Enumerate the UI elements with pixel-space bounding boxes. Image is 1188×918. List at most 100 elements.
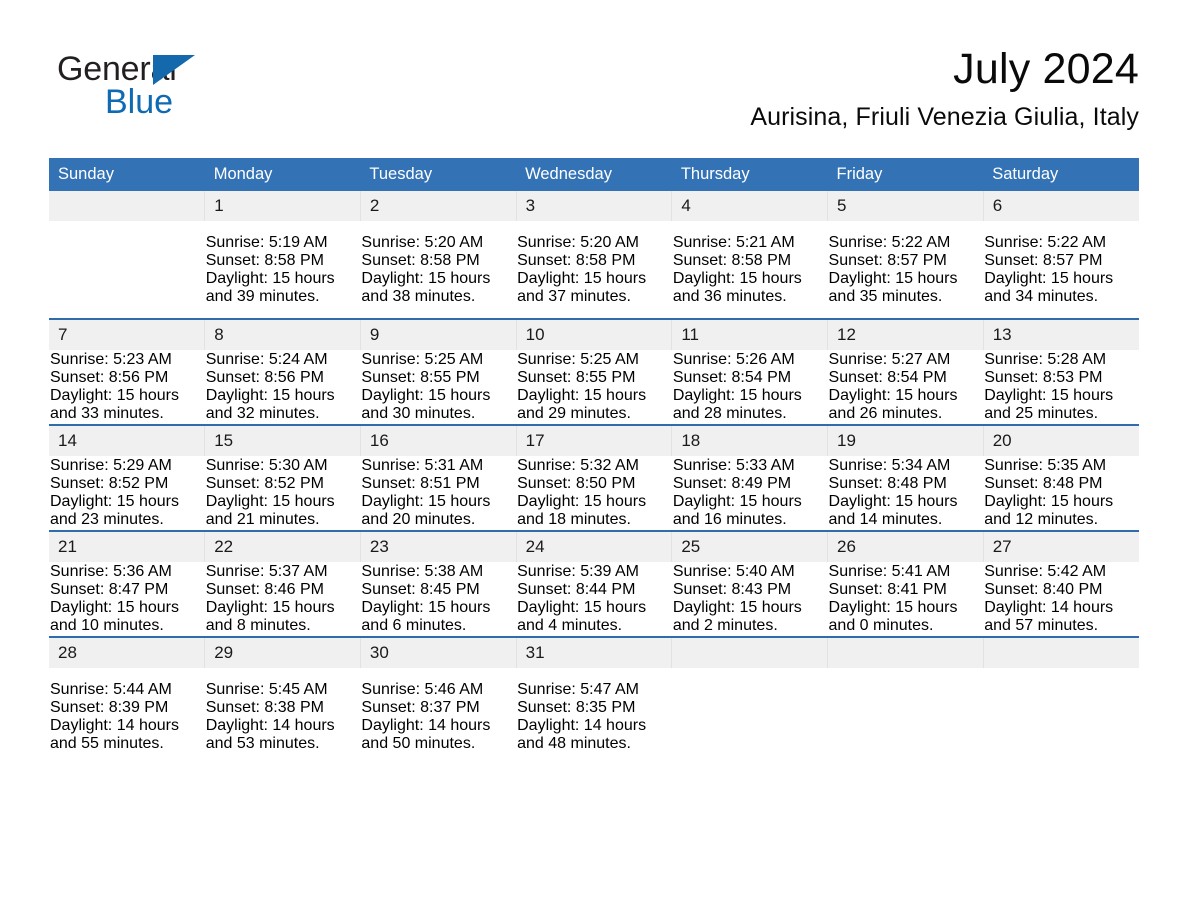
calendar-week-row: 14 15 16 17 18 19 20 [49,424,1139,456]
calendar-day-number[interactable]: 6 [982,191,1139,221]
calendar-day-detail-line: Daylight: 15 hours [205,493,335,510]
calendar-day-number[interactable]: 25 [671,530,828,562]
calendar-day-number[interactable]: 30 [359,636,517,668]
calendar-day-detail-line: Sunrise: 5:38 AM [361,563,484,580]
title-block: July 2024 Aurisina, Friuli Venezia Giuli… [750,44,1139,132]
calendar-day-detail-line: and 0 minutes. [828,617,934,634]
calendar-day-detail-line: and 10 minutes. [50,617,164,634]
calendar-day-detail-line: and 30 minutes. [361,405,476,422]
calendar-day-detail-line: Sunrise: 5:41 AM [828,563,951,580]
calendar-day-detail-line: and 57 minutes. [984,617,1099,634]
calendar-day-number[interactable]: 29 [204,636,361,668]
calendar-day-detail-line: Sunset: 8:44 PM [517,581,636,598]
calendar-day-details: Sunrise: 5:27 AM Sunset: 8:54 PM Daylight:… [828,350,984,425]
calendar-day-empty [827,636,984,668]
calendar-day-details: Sunrise: 5:22 AM Sunset: 8:57 PM Daylight:… [983,221,1139,319]
calendar-day-details: Sunrise: 5:46 AM Sunset: 8:37 PM Daylight:… [360,668,516,765]
calendar-day-detail-line: Sunset: 8:56 PM [205,369,324,386]
calendar-day-number[interactable]: 3 [515,191,672,221]
calendar-day-detail-line: Sunrise: 5:39 AM [517,563,639,580]
calendar-day-number[interactable]: 4 [671,191,828,221]
calendar-week-row: 28 29 30 31 [49,636,1139,668]
calendar-day-detail-line: Daylight: 15 hours [205,599,335,616]
calendar-day-details: Sunrise: 5:42 AM Sunset: 8:40 PM Daylight:… [983,562,1139,637]
calendar-day-detail-line: Sunrise: 5:35 AM [984,457,1107,474]
calendar-day-detail-line: Sunset: 8:48 PM [828,475,947,492]
calendar-day-number[interactable]: 27 [982,530,1139,562]
calendar-day-number[interactable]: 12 [827,318,984,350]
calendar-day-empty [49,191,205,221]
calendar-day-number[interactable]: 18 [671,424,828,456]
calendar-day-detail-line: Daylight: 15 hours [50,493,179,510]
calendar-day-details: Sunrise: 5:22 AM Sunset: 8:57 PM Daylight:… [828,221,984,319]
calendar-day-number[interactable]: 28 [49,636,205,668]
calendar-day-number[interactable]: 17 [515,424,672,456]
calendar-day-details: Sunrise: 5:28 AM Sunset: 8:53 PM Daylight:… [983,350,1139,425]
calendar-day-detail-line: Sunset: 8:47 PM [50,581,169,598]
calendar-day-number[interactable]: 8 [204,318,361,350]
calendar-day-number[interactable]: 31 [515,636,672,668]
calendar-day-number[interactable]: 7 [49,318,205,350]
calendar-day-detail-line: Sunrise: 5:34 AM [828,457,951,474]
calendar-day-detail-line: Sunrise: 5:25 AM [361,351,484,368]
calendar-day-number[interactable]: 22 [204,530,361,562]
calendar-day-detail-line: Sunset: 8:52 PM [50,475,169,492]
calendar-day-empty [982,636,1139,668]
calendar-day-detail-line: and 18 minutes. [517,511,631,528]
calendar-day-detail-line: Sunset: 8:37 PM [361,698,480,716]
calendar-day-detail-line: Sunrise: 5:28 AM [984,351,1107,368]
calendar-day-number[interactable]: 10 [515,318,672,350]
calendar-day-number[interactable]: 2 [359,191,517,221]
calendar-day-number[interactable]: 16 [359,424,517,456]
calendar-day-detail-line: and 33 minutes. [50,405,164,422]
calendar-day-details: Sunrise: 5:38 AM Sunset: 8:45 PM Daylight:… [360,562,516,637]
calendar-day-detail-line: Daylight: 15 hours [984,269,1114,287]
calendar-day-detail-line: Daylight: 15 hours [361,493,491,510]
calendar-day-details: Sunrise: 5:32 AM Sunset: 8:50 PM Daylight:… [516,456,672,531]
calendar-day-empty-details [983,668,1139,765]
calendar-day-detail-line: Sunset: 8:53 PM [984,369,1103,386]
calendar-day-number[interactable]: 23 [359,530,517,562]
calendar-day-detail-line: Sunrise: 5:32 AM [517,457,639,474]
calendar-day-details: Sunrise: 5:39 AM Sunset: 8:44 PM Daylight:… [516,562,672,637]
calendar-day-number[interactable]: 24 [515,530,672,562]
calendar-day-detail-line: and 36 minutes. [672,287,787,305]
calendar-day-detail-line: and 35 minutes. [828,287,943,305]
calendar-day-number[interactable]: 11 [671,318,828,350]
calendar-day-number[interactable]: 14 [49,424,205,456]
calendar-day-details: Sunrise: 5:40 AM Sunset: 8:43 PM Daylight:… [672,562,828,637]
calendar-day-number[interactable]: 26 [827,530,984,562]
calendar-day-number[interactable]: 20 [982,424,1139,456]
calendar-day-detail-line: Sunrise: 5:31 AM [361,457,484,474]
calendar-day-number[interactable]: 9 [359,318,517,350]
calendar-day-number[interactable]: 21 [49,530,205,562]
calendar-day-detail-line: Sunset: 8:56 PM [50,369,169,386]
calendar-day-details: Sunrise: 5:37 AM Sunset: 8:46 PM Daylight:… [205,562,361,637]
calendar-day-detail-line: Sunset: 8:54 PM [672,369,792,386]
calendar-day-detail-line: Daylight: 15 hours [984,493,1114,510]
calendar-day-detail-line: Sunset: 8:51 PM [361,475,480,492]
calendar-day-detail-line: and 34 minutes. [984,287,1099,305]
calendar-day-number[interactable]: 19 [827,424,984,456]
calendar-day-number[interactable]: 15 [204,424,361,456]
calendar-day-detail-line: Daylight: 15 hours [672,493,802,510]
calendar-table: Sunday Monday Tuesday Wednesday Thursday… [49,158,1139,765]
calendar-day-detail-line: Daylight: 14 hours [517,716,647,734]
calendar-day-detail-line: and 12 minutes. [984,511,1099,528]
calendar-day-detail-line: Daylight: 15 hours [205,269,335,287]
calendar-day-number[interactable]: 5 [827,191,984,221]
calendar-day-detail-line: Sunrise: 5:44 AM [50,680,172,698]
logo-triangle-icon [153,55,195,85]
calendar-day-number[interactable]: 13 [982,318,1139,350]
weekday-header-thursday: Thursday [671,158,828,191]
calendar-day-detail-line: Daylight: 15 hours [50,599,179,616]
calendar-day-details: Sunrise: 5:24 AM Sunset: 8:56 PM Daylight:… [205,350,361,425]
calendar-day-detail-line: Sunrise: 5:40 AM [672,563,795,580]
calendar-day-details: Sunrise: 5:25 AM Sunset: 8:55 PM Daylight:… [516,350,672,425]
calendar-week-info-row: Sunrise: 5:44 AM Sunset: 8:39 PM Daylight:… [49,668,1139,765]
weekday-header-monday: Monday [204,158,361,191]
weekday-header-sunday: Sunday [49,158,205,191]
calendar-day-number[interactable]: 1 [204,191,361,221]
calendar-day-detail-line: Sunset: 8:39 PM [50,698,169,716]
calendar-day-detail-line: Daylight: 15 hours [828,493,958,510]
